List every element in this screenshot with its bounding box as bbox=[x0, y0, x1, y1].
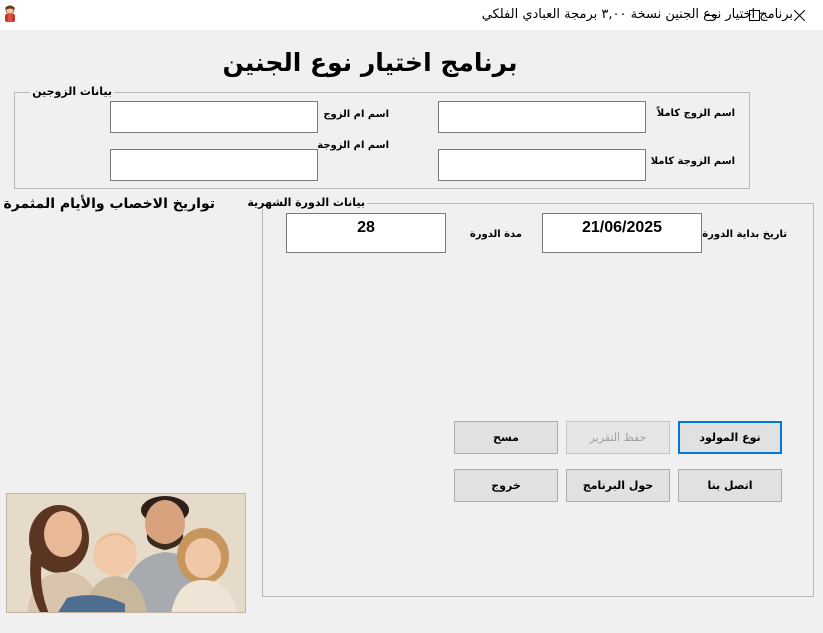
family-photo bbox=[6, 493, 246, 613]
husband-full-name-label: اسم الزوج كاملاً bbox=[656, 108, 735, 119]
maximize-button[interactable] bbox=[731, 0, 777, 30]
clear-button[interactable]: مسح bbox=[454, 421, 558, 454]
close-button[interactable] bbox=[776, 0, 822, 30]
wife-mother-input[interactable] bbox=[110, 149, 318, 181]
about-button[interactable]: حول البرنامج bbox=[566, 469, 670, 502]
fertility-dates-title: تواريخ الاخصاب والأيام المثمرة bbox=[3, 196, 215, 212]
husband-full-name-input[interactable] bbox=[438, 101, 646, 133]
app-icon bbox=[5, 5, 15, 22]
exit-button[interactable]: خروج bbox=[454, 469, 558, 502]
family-illustration bbox=[7, 494, 245, 612]
maximize-icon bbox=[748, 9, 760, 21]
save-report-button[interactable]: حفظ التقرير bbox=[566, 421, 670, 454]
page-title: برنامج اختيار نوع الجنين bbox=[222, 48, 518, 77]
title-bar: برنامج اختيار نوع الجنين نسخة ٣,٠٠ برمجة… bbox=[0, 0, 823, 30]
cycle-data-group bbox=[262, 203, 814, 597]
cycle-length-input[interactable] bbox=[286, 213, 446, 253]
couple-data-legend: بيانات الزوجين bbox=[30, 85, 114, 98]
baby-gender-button[interactable]: نوع المولود bbox=[678, 421, 782, 454]
cycle-data-legend: بيانات الدورة الشهرية bbox=[245, 196, 367, 209]
minimize-button[interactable] bbox=[688, 0, 734, 30]
cycle-start-date-input[interactable] bbox=[542, 213, 702, 253]
wife-full-name-input[interactable] bbox=[438, 149, 646, 181]
contact-us-button[interactable]: اتصل بنا bbox=[678, 469, 782, 502]
wife-mother-label: اسم ام الزوجة bbox=[317, 140, 389, 151]
husband-mother-input[interactable] bbox=[110, 101, 318, 133]
husband-mother-label: اسم ام الزوج bbox=[323, 109, 389, 120]
cycle-length-label: مدة الدورة bbox=[469, 229, 522, 240]
minimize-icon bbox=[705, 14, 717, 16]
wife-full-name-label: اسم الزوجة كاملا bbox=[650, 156, 735, 167]
close-icon bbox=[793, 9, 805, 21]
cycle-start-date-label: تاريخ بداية الدورة bbox=[702, 229, 787, 240]
